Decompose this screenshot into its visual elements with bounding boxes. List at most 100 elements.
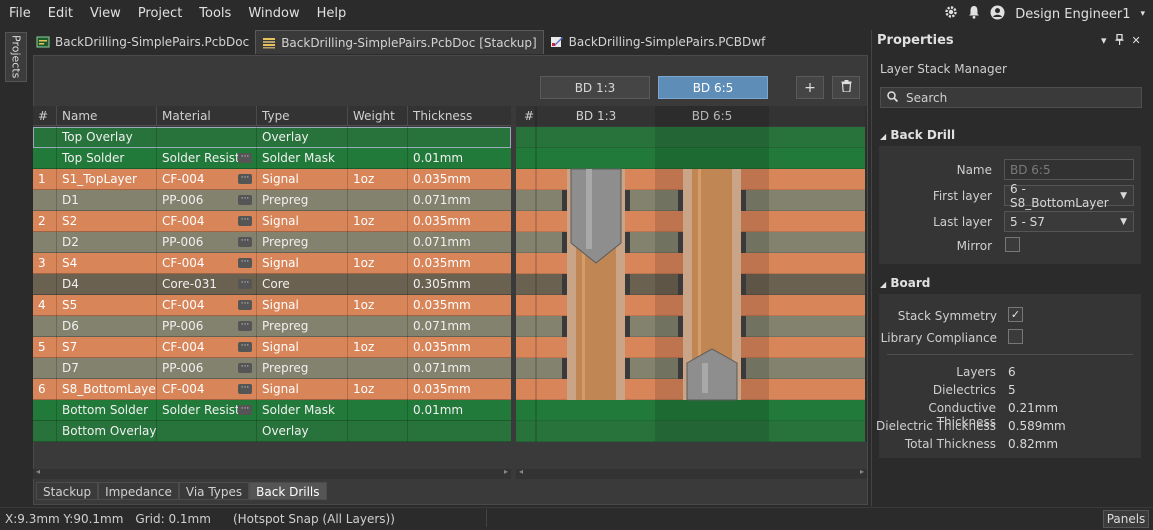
layer-type[interactable]: Prepreg bbox=[257, 316, 348, 337]
material-picker-button[interactable]: ··· bbox=[238, 363, 252, 373]
table-row[interactable]: 4 S5 CF-004 ··· Signal 1oz 0.035mm bbox=[33, 295, 511, 316]
layer-weight[interactable]: 1oz bbox=[348, 295, 408, 316]
layer-type[interactable]: Signal bbox=[257, 337, 348, 358]
column-header-thickness[interactable]: Thickness bbox=[408, 106, 511, 126]
gear-icon[interactable] bbox=[944, 5, 958, 23]
stack-symmetry-checkbox[interactable]: ✓ bbox=[1008, 307, 1023, 322]
layer-name[interactable]: Top Overlay bbox=[57, 127, 157, 148]
menu-window[interactable]: Window bbox=[239, 0, 307, 28]
layer-number[interactable]: 5 bbox=[33, 337, 57, 358]
table-row[interactable]: D1 PP-006 ··· Prepreg 0.071mm bbox=[33, 190, 511, 211]
table-row[interactable]: Top Overlay Overlay bbox=[33, 127, 511, 148]
table-row[interactable]: 5 S7 CF-004 ··· Signal 1oz 0.035mm bbox=[33, 337, 511, 358]
doc-tab-pcbdwf[interactable]: BackDrilling-SimplePairs.PCBDwf bbox=[544, 30, 772, 54]
layer-name[interactable]: D4 bbox=[57, 274, 157, 295]
table-row[interactable]: 2 S2 CF-004 ··· Signal 1oz 0.035mm bbox=[33, 211, 511, 232]
material-picker-button[interactable]: ··· bbox=[238, 174, 252, 184]
material-picker-button[interactable]: ··· bbox=[238, 216, 252, 226]
layer-weight[interactable] bbox=[348, 421, 408, 442]
table-horizontal-scrollbar[interactable]: ◂ ▸ bbox=[33, 467, 511, 479]
tab-stackup[interactable]: Stackup bbox=[36, 482, 99, 500]
delete-back-drill-button[interactable] bbox=[832, 76, 860, 99]
layer-name[interactable]: S4 bbox=[57, 253, 157, 274]
add-back-drill-button[interactable]: + bbox=[796, 76, 824, 99]
tab-via-types[interactable]: Via Types bbox=[178, 482, 250, 500]
chevron-down-icon[interactable]: ▾ bbox=[1101, 34, 1107, 48]
layer-type[interactable]: Core bbox=[257, 274, 348, 295]
layer-name[interactable]: Top Solder bbox=[57, 148, 157, 169]
menu-view[interactable]: View bbox=[81, 0, 129, 28]
layer-number[interactable]: 2 bbox=[33, 211, 57, 232]
table-row[interactable]: 3 S4 CF-004 ··· Signal 1oz 0.035mm bbox=[33, 253, 511, 274]
layer-name[interactable]: S8_BottomLayer bbox=[57, 379, 157, 400]
table-row[interactable]: D4 Core-031 ··· Core 0.305mm bbox=[33, 274, 511, 295]
bell-icon[interactable] bbox=[968, 5, 980, 23]
column-header-type[interactable]: Type bbox=[257, 106, 348, 126]
scroll-right-icon[interactable]: ▸ bbox=[860, 467, 864, 476]
table-row[interactable]: 1 S1_TopLayer CF-004 ··· Signal 1oz 0.035mm bbox=[33, 169, 511, 190]
section-back-drill[interactable]: ◢ Back Drill bbox=[880, 128, 955, 142]
scroll-right-icon[interactable]: ▸ bbox=[504, 467, 508, 476]
layer-material[interactable]: CF-004 ··· bbox=[157, 211, 257, 232]
table-row[interactable]: D2 PP-006 ··· Prepreg 0.071mm bbox=[33, 232, 511, 253]
layer-weight[interactable] bbox=[348, 316, 408, 337]
bd-6-5-button[interactable]: BD 6:5 bbox=[658, 76, 768, 99]
column-header-name[interactable]: Name bbox=[57, 106, 157, 126]
material-picker-button[interactable]: ··· bbox=[238, 153, 252, 163]
layer-material[interactable] bbox=[157, 127, 257, 148]
column-header-weight[interactable]: Weight bbox=[348, 106, 408, 126]
layer-weight[interactable] bbox=[348, 148, 408, 169]
layer-material[interactable] bbox=[157, 421, 257, 442]
bd-1-3-button[interactable]: BD 1:3 bbox=[540, 76, 650, 99]
search-input[interactable]: Search bbox=[880, 87, 1142, 108]
layer-weight[interactable] bbox=[348, 358, 408, 379]
layer-thickness[interactable]: 0.035mm bbox=[408, 169, 511, 190]
layer-number[interactable]: 4 bbox=[33, 295, 57, 316]
layer-type[interactable]: Signal bbox=[257, 379, 348, 400]
layer-material[interactable]: Solder Resist ··· bbox=[157, 400, 257, 421]
layer-material[interactable]: CF-004 ··· bbox=[157, 337, 257, 358]
layer-name[interactable]: S5 bbox=[57, 295, 157, 316]
layer-material[interactable]: PP-006 ··· bbox=[157, 190, 257, 211]
layer-number[interactable] bbox=[33, 190, 57, 211]
layer-name[interactable]: S2 bbox=[57, 211, 157, 232]
tab-impedance[interactable]: Impedance bbox=[98, 482, 179, 500]
material-picker-button[interactable]: ··· bbox=[238, 258, 252, 268]
layer-weight[interactable] bbox=[348, 190, 408, 211]
layer-number[interactable] bbox=[33, 127, 57, 148]
column-header-num[interactable]: # bbox=[33, 106, 57, 126]
layer-name[interactable]: D6 bbox=[57, 316, 157, 337]
menu-help[interactable]: Help bbox=[308, 0, 355, 28]
user-name[interactable]: Design Engineer1 bbox=[1015, 7, 1130, 22]
section-board[interactable]: ◢ Board bbox=[880, 276, 930, 290]
material-picker-button[interactable]: ··· bbox=[238, 405, 252, 415]
layer-material[interactable]: CF-004 ··· bbox=[157, 169, 257, 190]
pin-icon[interactable] bbox=[1115, 33, 1124, 48]
material-picker-button[interactable]: ··· bbox=[238, 300, 252, 310]
layer-material[interactable]: PP-006 ··· bbox=[157, 316, 257, 337]
layer-material[interactable]: CF-004 ··· bbox=[157, 295, 257, 316]
layer-name[interactable]: S1_TopLayer bbox=[57, 169, 157, 190]
layer-type[interactable]: Signal bbox=[257, 211, 348, 232]
first-layer-select[interactable]: 6 - S8_BottomLayer ▼ bbox=[1004, 182, 1134, 210]
doc-tab-pcbdoc[interactable]: BackDrilling-SimplePairs.PcbDoc bbox=[30, 30, 255, 54]
layer-number[interactable]: 1 bbox=[33, 169, 57, 190]
table-row[interactable]: D6 PP-006 ··· Prepreg 0.071mm bbox=[33, 316, 511, 337]
user-icon[interactable] bbox=[990, 5, 1005, 24]
layer-type[interactable]: Signal bbox=[257, 295, 348, 316]
material-picker-button[interactable]: ··· bbox=[238, 237, 252, 247]
layer-thickness[interactable]: 0.035mm bbox=[408, 295, 511, 316]
layer-type[interactable]: Prepreg bbox=[257, 232, 348, 253]
layer-material[interactable]: PP-006 ··· bbox=[157, 232, 257, 253]
layer-weight[interactable]: 1oz bbox=[348, 211, 408, 232]
layer-weight[interactable]: 1oz bbox=[348, 253, 408, 274]
material-picker-button[interactable]: ··· bbox=[238, 384, 252, 394]
table-row[interactable]: D7 PP-006 ··· Prepreg 0.071mm bbox=[33, 358, 511, 379]
layer-weight[interactable] bbox=[348, 400, 408, 421]
menu-file[interactable]: File bbox=[0, 0, 39, 28]
layer-type[interactable]: Prepreg bbox=[257, 358, 348, 379]
material-picker-button[interactable]: ··· bbox=[238, 342, 252, 352]
menu-project[interactable]: Project bbox=[129, 0, 190, 28]
layer-name[interactable]: D1 bbox=[57, 190, 157, 211]
layer-type[interactable]: Solder Mask bbox=[257, 400, 348, 421]
